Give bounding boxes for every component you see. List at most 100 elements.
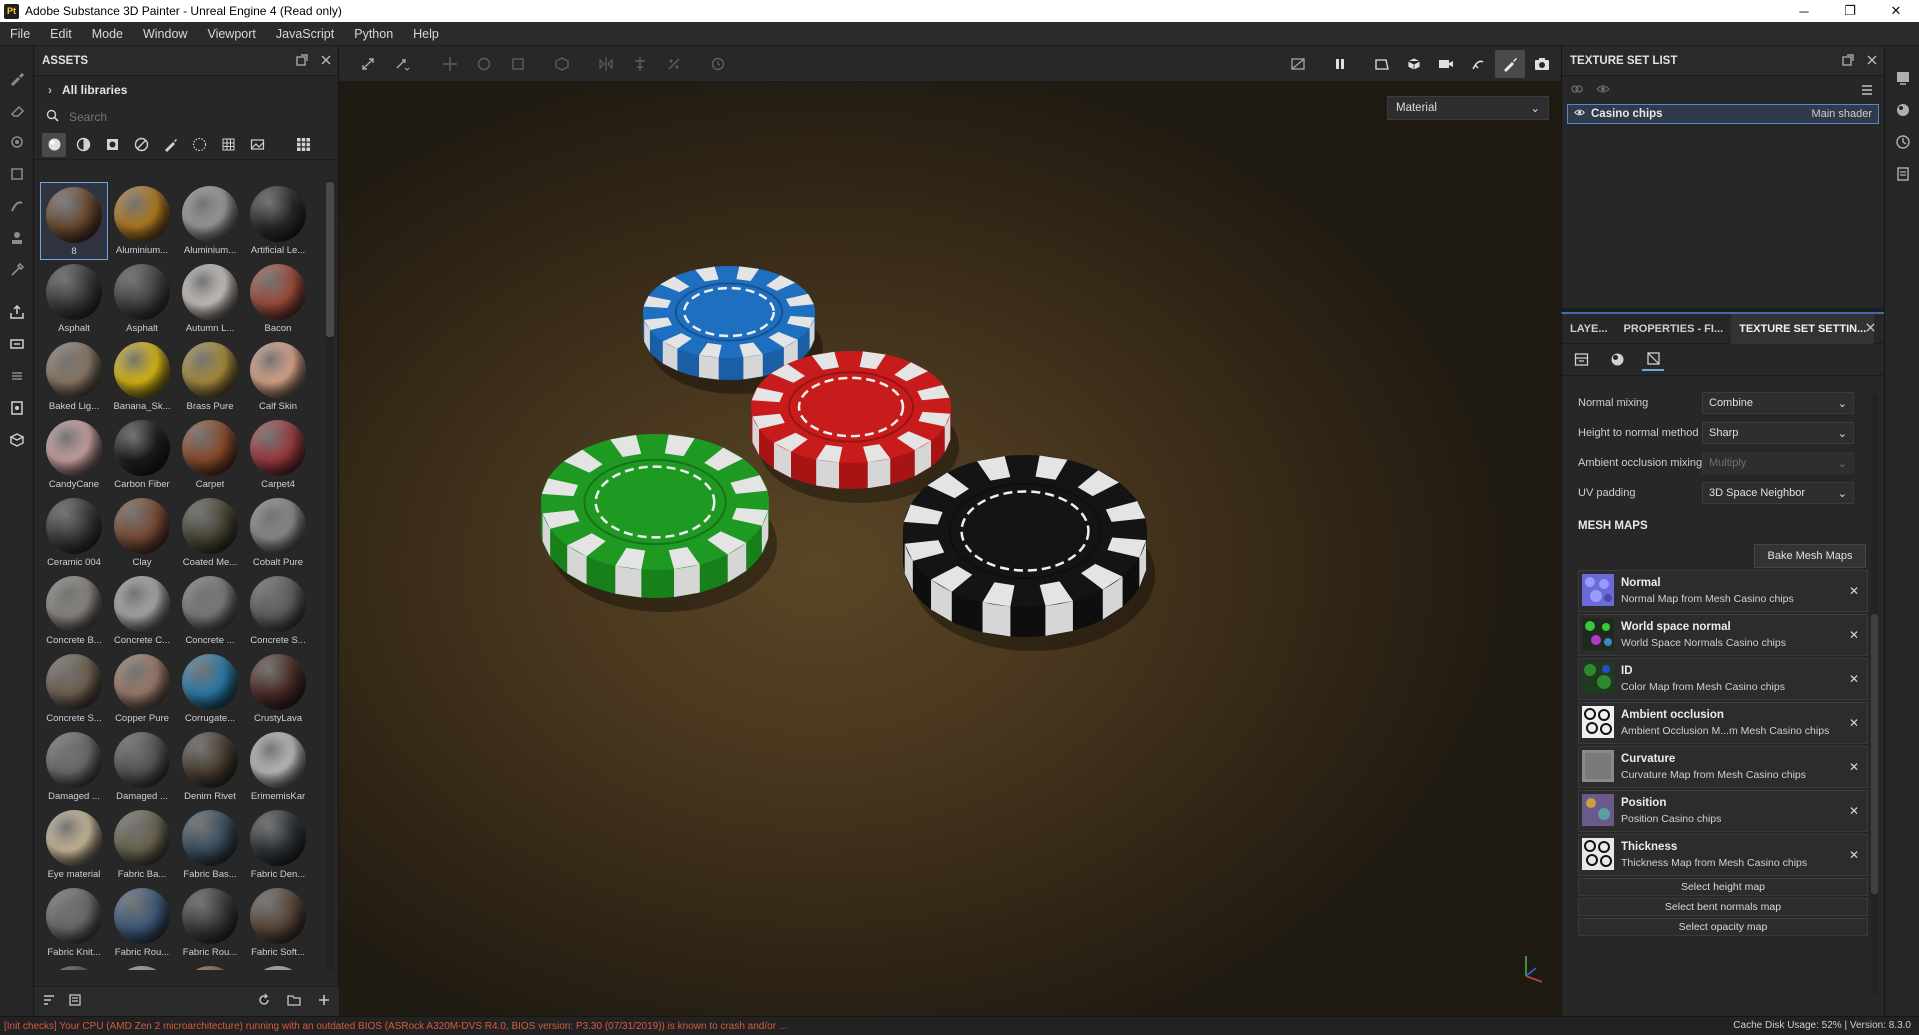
remove-map-icon[interactable]: ✕: [1849, 804, 1859, 818]
remove-map-icon[interactable]: ✕: [1849, 760, 1859, 774]
texture-set-item[interactable]: Casino chips Main shader: [1567, 104, 1879, 124]
asset-tile[interactable]: Fabric Rou...: [108, 884, 176, 962]
menu-file[interactable]: File: [0, 27, 40, 41]
polygon-fill-icon[interactable]: [0, 158, 34, 190]
asset-tile[interactable]: Fabric Bas...: [176, 806, 244, 884]
view-mode-3d-icon[interactable]: [1399, 50, 1429, 78]
display-settings-icon[interactable]: [1885, 94, 1919, 126]
filter-environments-icon[interactable]: [245, 133, 269, 157]
asset-tile[interactable]: Damaged ...: [108, 728, 176, 806]
filter-filters-icon[interactable]: [129, 133, 153, 157]
asset-tile[interactable]: Banana_Sk...: [108, 338, 176, 416]
asset-tile[interactable]: Fabric Ba...: [108, 806, 176, 884]
menu-window[interactable]: Window: [133, 27, 197, 41]
menu-edit[interactable]: Edit: [40, 27, 82, 41]
new-folder-icon[interactable]: [287, 993, 301, 1010]
shelf-box-icon[interactable]: [0, 424, 34, 456]
asset-tile[interactable]: Bacon: [244, 260, 312, 338]
filter-materials-icon[interactable]: [42, 132, 66, 157]
cube-icon[interactable]: [547, 50, 577, 78]
undock-icon[interactable]: [1842, 53, 1854, 69]
filter-particles-icon[interactable]: [187, 133, 211, 157]
asset-tile[interactable]: Fabric Den...: [244, 806, 312, 884]
asset-tile[interactable]: Fabric Rou...: [176, 884, 244, 962]
assets-scrollbar[interactable]: [326, 180, 334, 970]
select-map-button[interactable]: Select bent normals map: [1578, 898, 1868, 916]
asset-tile[interactable]: Carbon Fiber: [108, 416, 176, 494]
align-icon[interactable]: [625, 50, 655, 78]
transform-uv-icon[interactable]: [353, 50, 383, 78]
tab-texture-set-settings[interactable]: TEXTURE SET SETTIN...: [1731, 313, 1875, 344]
painting-mode-icon[interactable]: [1495, 50, 1525, 78]
paint-brush-icon[interactable]: [0, 62, 34, 94]
view-mode-2d-icon[interactable]: [1367, 50, 1397, 78]
export-icon[interactable]: [0, 296, 34, 328]
tab-properties[interactable]: PROPERTIES - FI...: [1616, 314, 1732, 344]
library-selector[interactable]: › All libraries: [34, 76, 338, 104]
layers-stack-icon[interactable]: [0, 360, 34, 392]
3d-viewport[interactable]: Material ⌄: [339, 46, 1561, 1016]
remove-map-icon[interactable]: ✕: [1849, 716, 1859, 730]
link-icon[interactable]: [1570, 82, 1584, 99]
add-icon[interactable]: [317, 993, 331, 1010]
asset-tile[interactable]: CandyCane: [40, 416, 108, 494]
texture-set-shader[interactable]: Main shader: [1811, 108, 1872, 120]
asset-tile[interactable]: Ceramic 004: [40, 494, 108, 572]
asset-tile[interactable]: Asphalt: [108, 260, 176, 338]
bake-mesh-maps-button[interactable]: Bake Mesh Maps: [1754, 544, 1866, 568]
scale-icon[interactable]: [503, 50, 533, 78]
mesh-map-item[interactable]: Thickness Thickness Map from Mesh Casino …: [1578, 834, 1868, 876]
property-dropdown[interactable]: Combine ⌄: [1702, 392, 1854, 414]
settings-scroll-thumb[interactable]: [1871, 614, 1878, 894]
mesh-map-item[interactable]: World space normal World Space Normals Ca…: [1578, 614, 1868, 656]
menu-mode[interactable]: Mode: [82, 27, 133, 41]
close-panel-icon[interactable]: [320, 54, 332, 69]
asset-tile[interactable]: Concrete ...: [176, 572, 244, 650]
asset-tile[interactable]: Corrugate...: [176, 650, 244, 728]
mesh-map-item[interactable]: Curvature Curvature Map from Mesh Casino …: [1578, 746, 1868, 788]
asset-tile[interactable]: Eye material: [40, 806, 108, 884]
filter-masks-icon[interactable]: [100, 133, 124, 157]
asset-tile[interactable]: Carpet: [176, 416, 244, 494]
shader-settings-icon[interactable]: [1606, 349, 1628, 371]
asset-tile[interactable]: Copper Pure: [108, 650, 176, 728]
camera-settings-icon[interactable]: [1431, 50, 1461, 78]
sort-icon[interactable]: [42, 993, 56, 1010]
asset-tile[interactable]: Concrete B...: [40, 572, 108, 650]
remove-map-icon[interactable]: ✕: [1849, 628, 1859, 642]
asset-tile[interactable]: Carpet4: [244, 416, 312, 494]
move-icon[interactable]: [435, 50, 465, 78]
hide-ui-icon[interactable]: [1283, 50, 1313, 78]
asset-tile[interactable]: [176, 962, 244, 970]
refresh-icon[interactable]: [257, 993, 271, 1010]
asset-tile[interactable]: Baked Lig...: [40, 338, 108, 416]
undock-icon[interactable]: [296, 53, 308, 69]
menu-help[interactable]: Help: [403, 27, 449, 41]
close-window-button[interactable]: ✕: [1873, 0, 1919, 22]
menu-python[interactable]: Python: [344, 27, 403, 41]
asset-tile[interactable]: Denim Rivet: [176, 728, 244, 806]
filter-textures-icon[interactable]: [216, 133, 240, 157]
asset-tile[interactable]: ErimemisKar: [244, 728, 312, 806]
filter-brushes-icon[interactable]: [158, 133, 182, 157]
asset-tile[interactable]: [108, 962, 176, 970]
minimize-button[interactable]: ─: [1781, 0, 1827, 22]
screenshot-camera-icon[interactable]: [1527, 50, 1557, 78]
texture-set-list-icon[interactable]: [1885, 62, 1919, 94]
mesh-maps-icon[interactable]: [1642, 349, 1664, 371]
pause-icon[interactable]: [1325, 50, 1355, 78]
asset-tile[interactable]: Cobalt Pure: [244, 494, 312, 572]
eraser-icon[interactable]: [0, 94, 34, 126]
asset-tile[interactable]: Concrete C...: [108, 572, 176, 650]
asset-tile[interactable]: Autumn L...: [176, 260, 244, 338]
tab-layers[interactable]: LAYE...: [1562, 314, 1616, 344]
mesh-map-item[interactable]: Position Position Casino chips ✕: [1578, 790, 1868, 832]
asset-tile[interactable]: Aluminium...: [176, 182, 244, 260]
eye-icon[interactable]: [1574, 107, 1585, 121]
asset-tile[interactable]: Artificial Le...: [244, 182, 312, 260]
mesh-map-item[interactable]: Normal Normal Map from Mesh Casino chips ✕: [1578, 570, 1868, 612]
smudge-icon[interactable]: [0, 190, 34, 222]
asset-tile[interactable]: [40, 962, 108, 970]
remove-map-icon[interactable]: ✕: [1849, 672, 1859, 686]
grid-view-icon[interactable]: [291, 133, 315, 157]
